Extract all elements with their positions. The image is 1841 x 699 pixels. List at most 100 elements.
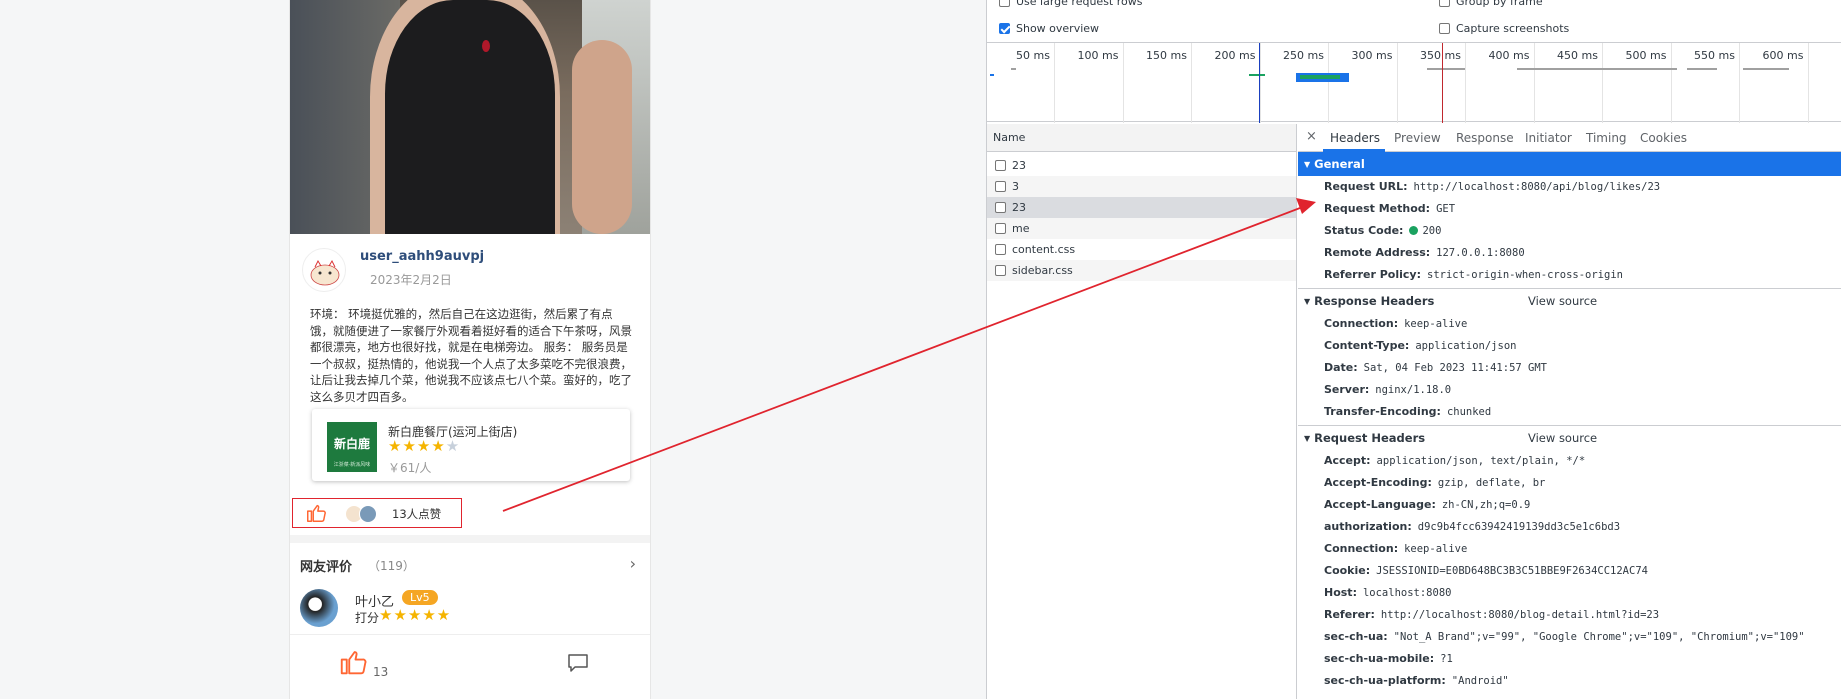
header-value: Sat, 04 Feb 2023 11:41:57 GMT (1363, 362, 1547, 374)
checkbox[interactable] (999, 0, 1010, 7)
header-row[interactable]: Cookie: JSESSIONID=E0BD648BC3B3C51BBE9F26… (1298, 560, 1841, 582)
response-headers-section-header[interactable]: ▼ Response Headers View source (1298, 289, 1841, 313)
shop-logo-text: 新白鹿 (333, 437, 370, 451)
header-value: "Not_A Brand";v="99", "Google Chrome";v=… (1393, 631, 1805, 643)
liker-avatars (345, 505, 383, 523)
timeline-gridline (1533, 43, 1535, 123)
commenter-level-badge: Lv5 (402, 590, 438, 605)
header-row[interactable]: Content-Type: application/json (1298, 335, 1841, 357)
timeline-tick-label: 500 ms (1625, 49, 1667, 62)
shop-card[interactable]: 新白鹿 江浙菜·新派风味 新白鹿餐厅(运河上街店) ★★★★★ ￥61/人 (312, 409, 630, 481)
section-divider (290, 535, 650, 543)
header-row[interactable]: Accept-Encoding: gzip, deflate, br (1298, 472, 1841, 494)
request-row[interactable]: sidebar.css (987, 260, 1296, 281)
header-value: chunked (1446, 406, 1492, 418)
header-key: Cookie: (1324, 564, 1371, 577)
header-key: Accept-Encoding: (1324, 476, 1432, 489)
shop-price: ￥61/人 (388, 461, 432, 475)
header-row[interactable]: Request Method: GET (1298, 198, 1841, 220)
expand-triangle-icon: ▼ (1304, 160, 1311, 169)
request-row[interactable]: 3 (987, 176, 1296, 197)
checkbox[interactable] (1439, 23, 1450, 34)
section-title: Request Headers (1314, 431, 1426, 445)
option-group-by-frame[interactable]: Group by frame (1439, 0, 1543, 8)
header-row[interactable]: sec-ch-ua-mobile: ?1 (1298, 648, 1841, 670)
header-row[interactable]: Connection: keep-alive (1298, 538, 1841, 560)
like-button-icon[interactable] (338, 647, 368, 684)
header-value: localhost:8080 (1362, 587, 1452, 599)
post-date: 2023年2月2日 (370, 273, 452, 287)
header-key: Connection: (1324, 317, 1399, 330)
view-source-link[interactable]: View source (1528, 426, 1597, 450)
header-key: Accept-Language: (1324, 498, 1436, 511)
option-large-rows[interactable]: Use large request rows (999, 0, 1142, 8)
header-key: Content-Type: (1324, 339, 1410, 352)
header-row[interactable]: Request URL: http://localhost:8080/api/bl… (1298, 176, 1841, 198)
request-headers-section-header[interactable]: ▼ Request Headers View source (1298, 426, 1841, 450)
document-icon (995, 265, 1006, 276)
request-name: 3 (1012, 180, 1019, 193)
checkbox-checked[interactable] (999, 23, 1010, 34)
timeline-tick-label: 350 ms (1420, 49, 1461, 62)
chevron-right-icon[interactable]: › (630, 554, 636, 573)
timeline-gridline (1465, 43, 1466, 123)
header-key: Request URL: (1324, 180, 1408, 193)
like-thumb-icon[interactable] (305, 502, 327, 529)
view-source-link[interactable]: View source (1528, 289, 1597, 313)
request-row[interactable]: 23 (987, 197, 1296, 218)
photo-pendant (482, 40, 490, 52)
header-row[interactable]: Referrer Policy: strict-origin-when-cross… (1298, 264, 1841, 286)
tab-cookies[interactable]: Cookies (1640, 131, 1687, 145)
timeline-tick-label: 450 ms (1557, 49, 1598, 62)
header-row[interactable]: Transfer-Encoding: chunked (1298, 401, 1841, 423)
tab-headers[interactable]: Headers (1330, 131, 1380, 145)
option-label: Show overview (1016, 22, 1100, 35)
tab-response[interactable]: Response (1456, 131, 1514, 145)
option-label: Use large request rows (1016, 0, 1143, 8)
request-row[interactable]: content.css (987, 239, 1296, 260)
header-row[interactable]: authorization: d9c9b4fcc63942419139dd3c5e… (1298, 516, 1841, 538)
blog-photo[interactable] (290, 0, 650, 234)
header-row[interactable]: sec-ch-ua: "Not_A Brand";v="99", "Google … (1298, 626, 1841, 648)
name-column-header[interactable]: Name (987, 124, 1296, 152)
header-row[interactable]: Date: Sat, 04 Feb 2023 11:41:57 GMT (1298, 357, 1841, 379)
header-value: application/json (1415, 340, 1517, 352)
option-capture-screenshots[interactable]: Capture screenshots (1439, 22, 1569, 35)
header-row[interactable]: Remote Address: 127.0.0.1:8080 (1298, 242, 1841, 264)
commenter-avatar[interactable] (300, 589, 338, 627)
option-show-overview[interactable]: Show overview (999, 22, 1099, 35)
general-section-header[interactable]: ▼ General (1298, 152, 1841, 176)
tab-initiator[interactable]: Initiator (1525, 131, 1572, 145)
commenter-score-label: 打分 (355, 611, 380, 625)
author-avatar[interactable] (302, 248, 346, 292)
document-icon (995, 160, 1006, 171)
header-row[interactable]: Host: localhost:8080 (1298, 582, 1841, 604)
network-overview-timeline[interactable]: 50 ms 100 ms 150 ms 200 ms 250 ms 300 ms 350 m… (987, 42, 1841, 123)
details-tabs: × Headers Preview Response Initiator Tim… (1298, 124, 1841, 152)
header-row[interactable]: Server: nginx/1.18.0 (1298, 379, 1841, 401)
header-row[interactable]: Accept: application/json, text/plain, */* (1298, 450, 1841, 472)
timeline-tick-label: 50 ms (1016, 49, 1050, 62)
author-avatar-image (310, 259, 340, 286)
header-row[interactable]: Connection: keep-alive (1298, 313, 1841, 335)
checkbox[interactable] (1439, 0, 1450, 7)
document-icon (995, 202, 1006, 213)
header-row[interactable]: Accept-Language: zh-CN,zh;q=0.9 (1298, 494, 1841, 516)
option-label: Group by frame (1456, 0, 1543, 8)
timeline-gridline (1328, 43, 1329, 123)
header-row[interactable]: sec-ch-ua-platform: "Android" (1298, 670, 1841, 692)
author-name[interactable]: user_aahh9auvpj (360, 249, 484, 264)
request-row[interactable]: 23 (987, 155, 1296, 176)
comment-icon[interactable] (567, 653, 589, 672)
timeline-gridline (1807, 43, 1809, 123)
tab-preview[interactable]: Preview (1394, 131, 1441, 145)
header-key: sec-ch-ua-mobile: (1324, 652, 1435, 665)
request-row[interactable]: me (987, 218, 1296, 239)
header-row[interactable]: Status Code: 200 (1298, 220, 1841, 242)
header-value: JSESSIONID=E0BD648BC3B3C51BBE9F2634CC12A… (1376, 565, 1648, 577)
header-row[interactable]: Referer: http://localhost:8080/blog-detai… (1298, 604, 1841, 626)
close-icon[interactable]: × (1306, 129, 1317, 144)
header-key: sec-ch-ua-platform: (1324, 674, 1446, 687)
document-icon (995, 181, 1006, 192)
tab-timing[interactable]: Timing (1586, 131, 1627, 145)
